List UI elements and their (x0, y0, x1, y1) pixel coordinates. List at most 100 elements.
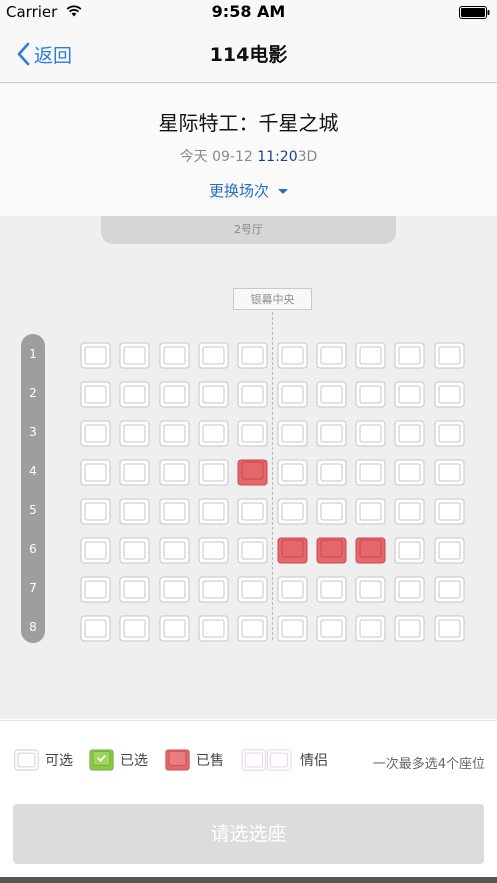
seat-available[interactable] (80, 498, 111, 525)
seat-available[interactable] (355, 420, 386, 447)
legend-couple-label: 情侣 (300, 753, 328, 769)
seat-available[interactable] (119, 537, 150, 564)
seat-available[interactable] (394, 537, 425, 564)
seat-available[interactable] (198, 576, 229, 603)
seat-available[interactable] (316, 615, 347, 642)
seat-legend: 可选 已选 已售 情侣 一次最多选4个座位 (0, 720, 497, 803)
seat-available[interactable] (80, 576, 111, 603)
seat-available[interactable] (394, 615, 425, 642)
seat-available[interactable] (434, 576, 465, 603)
seat-available[interactable] (159, 576, 190, 603)
seat-available[interactable] (237, 537, 268, 564)
seat-available[interactable] (434, 498, 465, 525)
seat-available[interactable] (159, 459, 190, 486)
seat-available[interactable] (198, 537, 229, 564)
seat-available[interactable] (316, 576, 347, 603)
seat-available[interactable] (119, 381, 150, 408)
seat-available[interactable] (316, 420, 347, 447)
seat-available[interactable] (237, 576, 268, 603)
seat-available[interactable] (80, 615, 111, 642)
row-number-7: 7 (29, 581, 37, 595)
seat-available[interactable] (159, 381, 190, 408)
showtime: 今天 09-12 11:203D (0, 146, 497, 166)
seat-available[interactable] (159, 537, 190, 564)
seat-available[interactable] (277, 615, 308, 642)
seat-available[interactable] (277, 342, 308, 369)
seat-available[interactable] (434, 615, 465, 642)
seat-available[interactable] (119, 576, 150, 603)
seat-sold (277, 537, 308, 564)
legend-selected: 已选 (89, 749, 148, 771)
max-seat-note: 一次最多选4个座位 (372, 757, 485, 772)
seat-available[interactable] (355, 615, 386, 642)
seat-available[interactable] (434, 459, 465, 486)
page-title: 114电影 (209, 44, 288, 66)
seat-available[interactable] (434, 420, 465, 447)
seat-available[interactable] (159, 498, 190, 525)
seat-available[interactable] (159, 342, 190, 369)
seat-available[interactable] (119, 498, 150, 525)
movie-title: 星际特工：千星之城 (158, 111, 339, 135)
seat-available[interactable] (80, 342, 111, 369)
seat-available[interactable] (434, 537, 465, 564)
seat-available[interactable] (198, 498, 229, 525)
seat-available[interactable] (198, 420, 229, 447)
seat-available[interactable] (394, 342, 425, 369)
change-session-label: 更换场次 (208, 182, 269, 200)
seat-available[interactable] (394, 459, 425, 486)
hall-label: 2号厅 (101, 216, 396, 244)
seat-available[interactable] (237, 498, 268, 525)
seat-available[interactable] (394, 420, 425, 447)
seat-available[interactable] (119, 420, 150, 447)
seat-available[interactable] (355, 381, 386, 408)
seat-available[interactable] (434, 381, 465, 408)
available-seat-icon (14, 749, 39, 771)
seat-available[interactable] (237, 381, 268, 408)
seat-available[interactable] (119, 615, 150, 642)
seat-available[interactable] (80, 420, 111, 447)
seat-available[interactable] (80, 459, 111, 486)
seat-available[interactable] (355, 342, 386, 369)
seat-available[interactable] (355, 576, 386, 603)
showtime-date: 今天 09-12 (179, 149, 253, 165)
seat-available[interactable] (277, 420, 308, 447)
seat-available[interactable] (80, 537, 111, 564)
seat-available[interactable] (277, 381, 308, 408)
seat-available[interactable] (394, 576, 425, 603)
seat-available[interactable] (277, 498, 308, 525)
seat-available[interactable] (237, 342, 268, 369)
seat-available[interactable] (316, 459, 347, 486)
row-number-5: 5 (29, 503, 37, 517)
seat-available[interactable] (198, 615, 229, 642)
seat-sold (355, 537, 386, 564)
seat-available[interactable] (355, 459, 386, 486)
seat-available[interactable] (119, 342, 150, 369)
row-number-2: 2 (29, 386, 37, 400)
change-session-button[interactable]: 更换场次 (0, 180, 497, 201)
seat-available[interactable] (198, 381, 229, 408)
seat-available[interactable] (237, 420, 268, 447)
seat-available[interactable] (277, 459, 308, 486)
seat-available[interactable] (355, 498, 386, 525)
seat-available[interactable] (237, 615, 268, 642)
couple-seat-icon (241, 749, 292, 771)
seat-available[interactable] (434, 342, 465, 369)
seat-available[interactable] (277, 576, 308, 603)
seat-available[interactable] (316, 498, 347, 525)
seat-available[interactable] (316, 381, 347, 408)
seat-available[interactable] (394, 498, 425, 525)
seat-available[interactable] (198, 459, 229, 486)
seat-available[interactable] (159, 615, 190, 642)
seat-available[interactable] (119, 459, 150, 486)
seat-available[interactable] (159, 420, 190, 447)
sold-seat-icon (165, 749, 190, 771)
movie-info: 星际特工：千星之城 今天 09-12 11:203D 更换场次 (0, 83, 497, 216)
select-seat-button[interactable]: 请选选座 (13, 804, 484, 864)
seat-available[interactable] (316, 342, 347, 369)
seat-available[interactable] (80, 381, 111, 408)
seat-available[interactable] (198, 342, 229, 369)
row-number-3: 3 (29, 425, 37, 439)
row-number-bar: 1 2 3 4 5 6 7 8 (21, 334, 45, 643)
seat-available[interactable] (394, 381, 425, 408)
nav-bar: 返回 114电影 (0, 26, 497, 83)
